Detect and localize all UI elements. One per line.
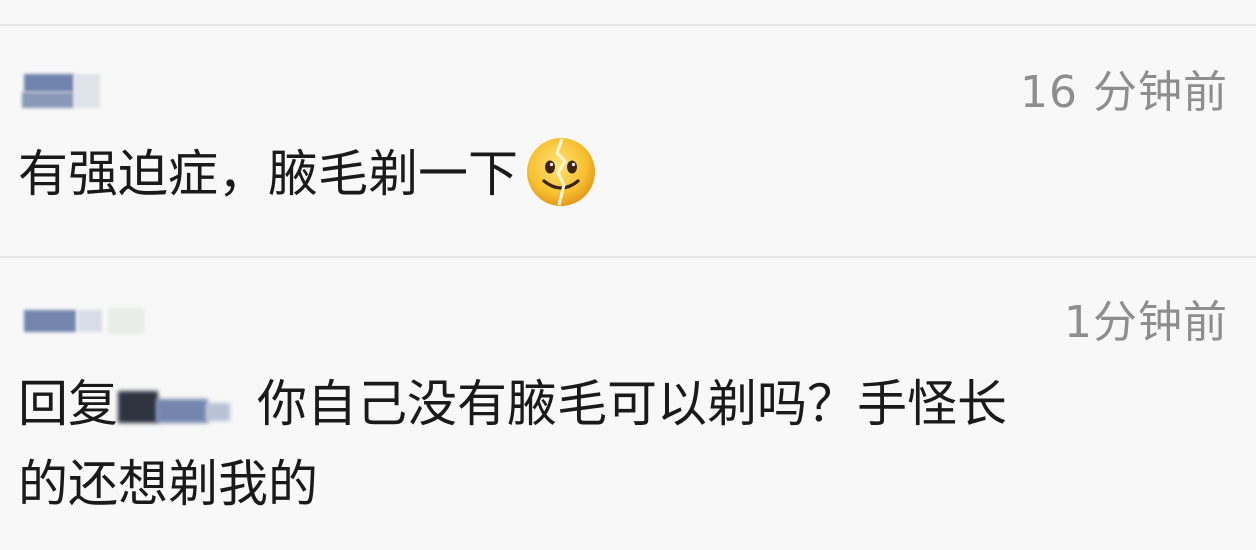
reply-body-line1: 回复 你自己没有腋毛可以剃吗？手怪长 bbox=[18, 364, 1007, 444]
username-redacted[interactable] bbox=[22, 308, 162, 342]
reply-text-continued: 的还想剃我的 bbox=[18, 455, 318, 513]
comment-body: 有强迫症，腋毛剃一下 bbox=[18, 134, 598, 214]
comment-timestamp: 1分钟前 bbox=[1064, 297, 1228, 348]
comment-text: 有强迫症，腋毛剃一下 bbox=[18, 145, 518, 203]
reply-text: 你自己没有腋毛可以剃吗？手怪长 bbox=[257, 375, 1007, 433]
cracked-smile-emoji-icon bbox=[524, 135, 598, 209]
username-redacted[interactable] bbox=[22, 74, 102, 108]
comment-thread: 16 分钟前 有强迫症，腋毛剃一下 1分钟前 回复 你自己没有腋毛可以剃吗？手怪… bbox=[0, 0, 1256, 550]
mentioned-username-redacted[interactable] bbox=[118, 385, 233, 425]
comment-item[interactable]: 16 分钟前 有强迫症，腋毛剃一下 bbox=[0, 26, 1256, 256]
reply-prefix: 回复 bbox=[18, 375, 118, 433]
comment-timestamp: 16 分钟前 bbox=[1020, 67, 1228, 118]
reply-body-line2: 的还想剃我的 bbox=[18, 444, 318, 524]
comment-item[interactable]: 1分钟前 回复 你自己没有腋毛可以剃吗？手怪长 的还想剃我的 bbox=[0, 258, 1256, 550]
